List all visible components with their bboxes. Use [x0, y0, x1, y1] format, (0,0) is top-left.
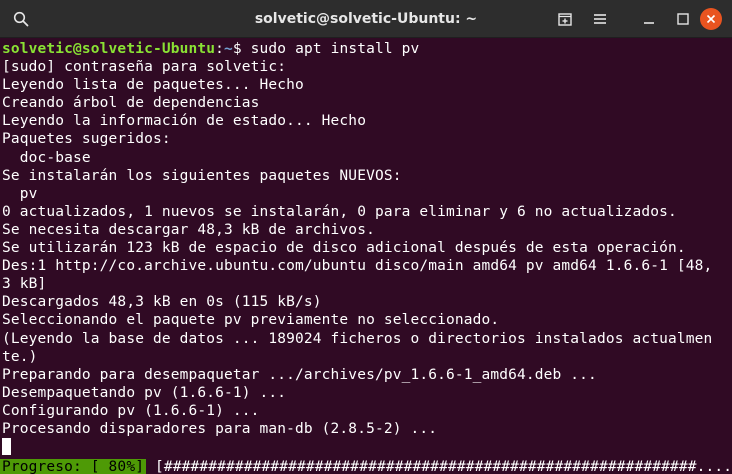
- progress-bar: [#######################################…: [154, 459, 732, 474]
- output-line: pv: [2, 185, 38, 202]
- terminal-output[interactable]: solvetic@solvetic-Ubuntu:~$ sudo apt ins…: [0, 40, 732, 474]
- output-line: Des:1 http://co.archive.ubuntu.com/ubunt…: [2, 258, 713, 275]
- output-line: Configurando pv (1.6.6-1) ...: [2, 402, 260, 419]
- output-line: Leyendo la información de estado... Hech…: [2, 113, 367, 130]
- window-title: solvetic@solvetic-Ubuntu: ~: [254, 11, 478, 27]
- output-line: [sudo] contraseña para solvetic:: [2, 59, 287, 76]
- new-tab-icon: [558, 13, 572, 26]
- prompt-path: ~: [224, 41, 233, 57]
- minimize-button[interactable]: [637, 7, 661, 31]
- terminal-window: solvetic@solvetic-Ubuntu: ~ solvetic@sol…: [0, 0, 732, 474]
- prompt-line: solvetic@solvetic-Ubuntu:~$ sudo apt ins…: [0, 40, 732, 58]
- progress-status: Progreso: [ 80%] [######################…: [0, 458, 732, 474]
- output-line: Desempaquetando pv (1.6.6-1) ...: [2, 384, 287, 401]
- search-button[interactable]: [9, 7, 33, 31]
- output-line: Descargados 48,3 kB en 0s (115 kB/s): [2, 294, 322, 311]
- output-line: Seleccionando el paquete pv previamente …: [2, 312, 500, 329]
- maximize-button[interactable]: [671, 7, 695, 31]
- output-line: Se necesita descargar 48,3 kB de archivo…: [2, 221, 375, 238]
- minimize-icon: [644, 22, 654, 24]
- close-icon: [706, 14, 716, 24]
- output-line: 3 kB]: [2, 276, 47, 293]
- output-line: (Leyendo la base de datos ... 189024 fic…: [2, 330, 713, 347]
- output-line: Preparando para desempaquetar .../archiv…: [2, 366, 597, 383]
- terminal-cursor: [2, 438, 11, 456]
- menu-button[interactable]: [588, 7, 612, 31]
- prompt-user-host: solvetic@solvetic-Ubuntu: [2, 41, 216, 57]
- output-line: Creando árbol de dependencias: [2, 95, 260, 112]
- output-line: Procesando disparadores para man-db (2.8…: [2, 420, 438, 437]
- close-button[interactable]: [700, 8, 722, 30]
- hamburger-menu-icon: [594, 14, 606, 24]
- search-icon: [13, 11, 29, 27]
- new-tab-button[interactable]: [553, 7, 577, 31]
- output-line: Leyendo lista de paquetes... Hecho: [2, 77, 304, 94]
- output-line: Se utilizarán 123 kB de espacio de disco…: [2, 240, 686, 257]
- title-bar[interactable]: solvetic@solvetic-Ubuntu: ~: [0, 0, 732, 38]
- prompt-symbol: $: [232, 41, 251, 57]
- output-line: 0 actualizados, 1 nuevos se instalarán, …: [2, 203, 677, 220]
- output-line: Se instalarán los siguientes paquetes NU…: [2, 167, 402, 184]
- maximize-icon: [677, 13, 689, 25]
- prompt-colon: :: [215, 41, 225, 57]
- progress-label: Progreso: [ 80%]: [0, 459, 147, 474]
- output-line: Paquetes sugeridos:: [2, 131, 171, 148]
- cursor-line: [0, 438, 732, 456]
- output-line: doc-base: [2, 149, 91, 166]
- prompt-command: sudo apt install pv: [250, 41, 420, 57]
- output-line: te.): [2, 348, 38, 365]
